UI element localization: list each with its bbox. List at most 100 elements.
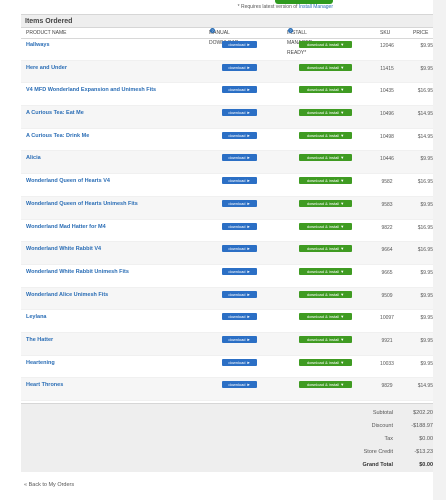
sku-value: 10446 xyxy=(380,156,394,163)
product-name-link[interactable]: Heart Thrones xyxy=(26,382,63,388)
table-row: Hallways download ► download & install ▼ 12… xyxy=(21,38,433,61)
totals-label: Tax xyxy=(384,436,393,442)
price-value: $9.95 xyxy=(420,156,433,163)
table-row: Wonderland White Rabbit Unimesh Fits down… xyxy=(21,265,433,288)
download-button[interactable]: download ► xyxy=(222,222,257,230)
sku-value: 9822 xyxy=(381,224,393,231)
price-value: $9.95 xyxy=(420,43,433,49)
table-row: V4 MFD Wonderland Expansion and Unimesh … xyxy=(21,83,433,107)
sku-value: 9509 xyxy=(381,292,393,299)
table-row: The Hatter download ► download & install ▼… xyxy=(21,332,433,356)
items-table: Hallways download ► download & install ▼ 12… xyxy=(21,38,433,401)
download-install-button[interactable]: download & install ▼ xyxy=(299,222,352,230)
sku-value: 10435 xyxy=(380,88,394,95)
col-sku: SKU xyxy=(380,30,391,36)
product-name-link[interactable]: Wonderland White Rabbit V4 xyxy=(26,246,101,252)
product-name-link[interactable]: Hallways xyxy=(26,42,50,48)
download-install-button[interactable]: download & install ▼ xyxy=(299,267,352,275)
back-to-orders-link[interactable]: « Back to My Orders xyxy=(24,482,74,488)
download-install-button[interactable]: download & install ▼ xyxy=(299,335,352,343)
order-details: * Requires latest version of Install Man… xyxy=(21,0,433,478)
sku-value: 10496 xyxy=(380,111,394,118)
download-button[interactable]: download ► xyxy=(222,154,257,162)
download-install-button[interactable]: download & install ▼ xyxy=(299,131,352,139)
download-button[interactable]: download ► xyxy=(222,131,257,139)
product-name-link[interactable]: Wonderland White Rabbit Unimesh Fits xyxy=(26,269,129,275)
download-button[interactable]: download ► xyxy=(222,41,257,48)
page-edge xyxy=(433,0,446,500)
product-name-link[interactable]: A Curious Tea: Eat Me xyxy=(26,110,84,116)
download-button[interactable]: download ► xyxy=(222,267,257,275)
download-install-button[interactable]: download & install ▼ xyxy=(299,381,352,389)
download-install-button[interactable]: download & install ▼ xyxy=(299,313,352,321)
totals-row: Tax $0.00 xyxy=(21,433,433,446)
download-install-button[interactable]: download & install ▼ xyxy=(299,290,352,298)
sku-value: 9664 xyxy=(381,247,393,254)
price-value: $9.95 xyxy=(420,315,433,322)
download-button[interactable]: download ► xyxy=(222,290,257,298)
price-value: $9.95 xyxy=(420,65,433,72)
download-button[interactable]: download ► xyxy=(222,381,257,389)
download-button[interactable]: download ► xyxy=(222,109,257,117)
download-install-button[interactable]: download & install ▼ xyxy=(299,245,352,253)
download-install-button[interactable]: download & install ▼ xyxy=(299,41,352,48)
price-value: $9.95 xyxy=(420,337,433,344)
product-name-link[interactable]: Leylana xyxy=(26,314,46,320)
info-icon[interactable]: ? xyxy=(210,28,215,33)
price-value: $14.95 xyxy=(417,383,433,390)
install-manager-link[interactable]: Install Manager xyxy=(299,4,333,10)
product-name-link[interactable]: Here and Under xyxy=(26,65,67,71)
product-name-link[interactable]: Heartening xyxy=(26,360,55,366)
download-install-button[interactable]: download & install ▼ xyxy=(299,63,352,71)
product-name-link[interactable]: The Hatter xyxy=(26,337,53,343)
totals-value: $0.00 xyxy=(419,462,433,468)
info-icon[interactable]: ? xyxy=(288,28,293,33)
download-button[interactable]: download ► xyxy=(222,335,257,343)
product-name-link[interactable]: V4 MFD Wonderland Expansion and Unimesh … xyxy=(26,87,156,93)
totals-label: Store Credit xyxy=(363,449,393,455)
download-button[interactable]: download ► xyxy=(222,63,257,71)
download-install-button[interactable]: download & install ▼ xyxy=(299,358,352,366)
sku-value: 10097 xyxy=(380,315,394,322)
sku-value: 9582 xyxy=(381,179,393,186)
totals-label: Discount xyxy=(371,423,393,429)
col-price: PRICE xyxy=(413,30,429,36)
download-install-button[interactable]: download & install ▼ xyxy=(299,177,352,185)
requires-note-text: * Requires latest version of xyxy=(237,4,299,10)
download-button[interactable]: download ► xyxy=(222,358,257,366)
table-row: Wonderland White Rabbit V4 download ► down… xyxy=(21,242,433,265)
totals-row: Subtotal $202.20 xyxy=(21,407,433,420)
price-value: $16.95 xyxy=(417,88,433,95)
table-row: A Curious Tea: Eat Me download ► download … xyxy=(21,106,433,129)
product-name-link[interactable]: Alicia xyxy=(26,155,41,161)
download-button[interactable]: download ► xyxy=(222,245,257,253)
product-name-link[interactable]: A Curious Tea: Drink Me xyxy=(26,133,89,139)
download-install-button[interactable]: download & install ▼ xyxy=(299,154,352,162)
download-button[interactable]: download ► xyxy=(222,313,257,321)
totals-value: $202.20 xyxy=(413,410,433,416)
totals-row: Discount -$188.97 xyxy=(21,420,433,433)
requires-note: * Requires latest version of Install Man… xyxy=(238,4,333,10)
totals-label: Subtotal xyxy=(372,410,393,416)
download-button[interactable]: download ► xyxy=(222,86,257,94)
download-button[interactable]: download ► xyxy=(222,199,257,207)
download-button[interactable]: download ► xyxy=(222,177,257,185)
download-install-button[interactable]: download & install ▼ xyxy=(299,199,352,207)
download-install-button[interactable]: download & install ▼ xyxy=(299,86,352,94)
sku-value: 9921 xyxy=(381,337,393,344)
totals-row: Grand Total $0.00 xyxy=(21,459,433,472)
sku-value: 9665 xyxy=(381,269,393,276)
order-totals: Subtotal $202.20 Discount -$188.97 Tax $0.00 S… xyxy=(21,403,433,472)
product-name-link[interactable]: Wonderland Queen of Hearts V4 xyxy=(26,178,110,184)
sku-value: 9829 xyxy=(381,383,393,390)
sku-value: 12046 xyxy=(380,43,394,49)
price-value: $16.95 xyxy=(417,179,433,186)
price-value: $14.95 xyxy=(417,133,433,140)
totals-value: -$13.23 xyxy=(414,449,433,455)
col-product-name: PRODUCT NAME xyxy=(26,30,67,36)
download-install-button[interactable]: download & install ▼ xyxy=(299,109,352,117)
product-name-link[interactable]: Wonderland Mad Hatter for M4 xyxy=(26,224,106,230)
price-value: $16.95 xyxy=(417,224,433,231)
product-name-link[interactable]: Wonderland Queen of Hearts Unimesh Fits xyxy=(26,201,138,207)
product-name-link[interactable]: Wonderland Alice Unimesh Fits xyxy=(26,292,108,298)
